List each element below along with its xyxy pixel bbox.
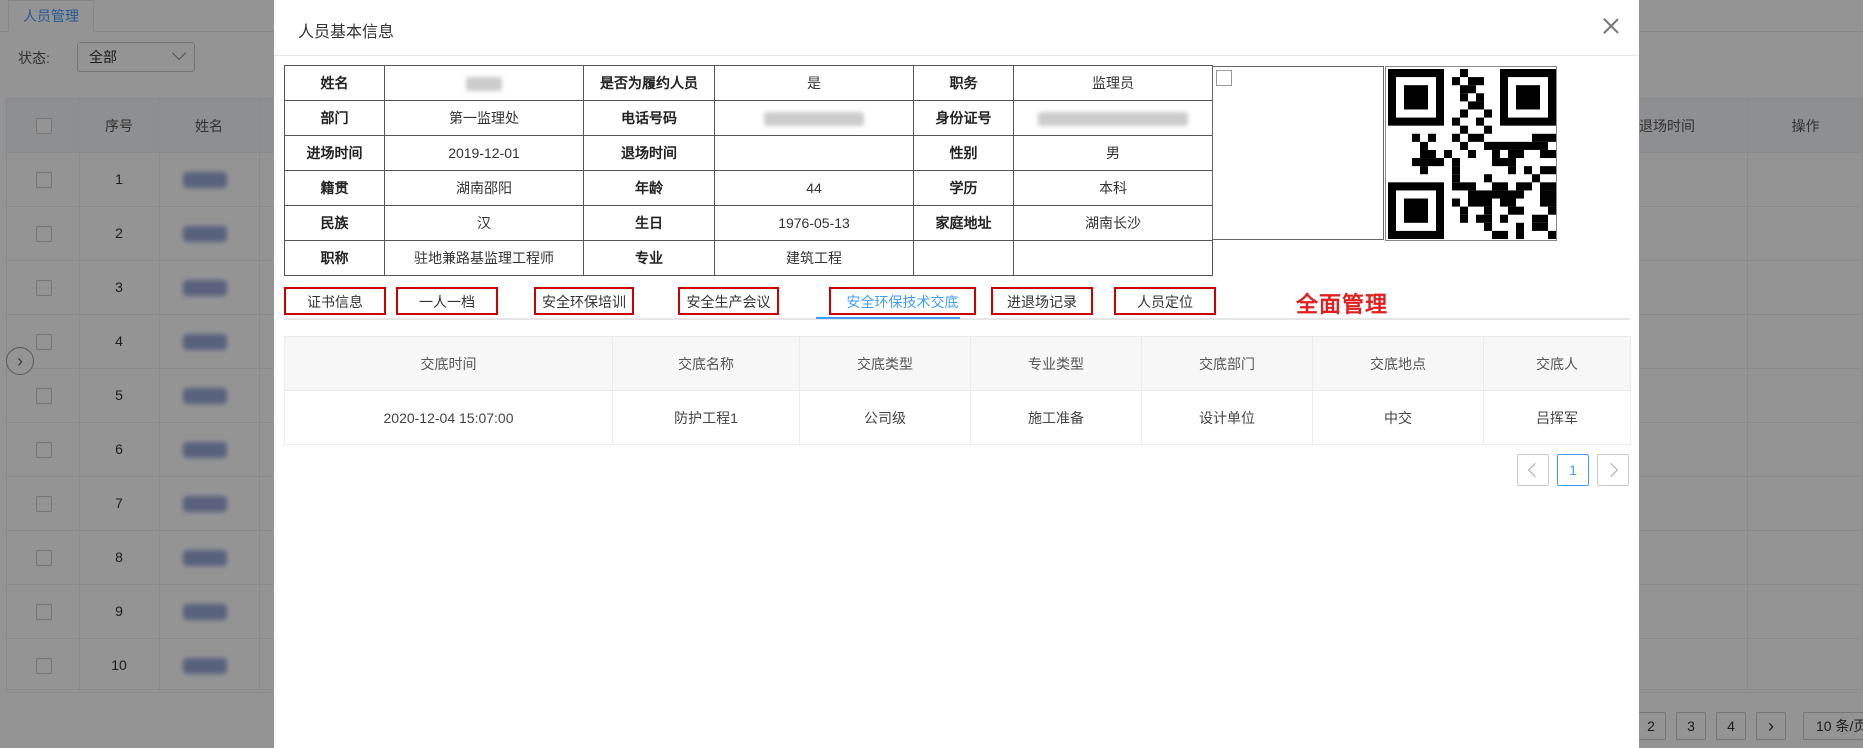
modal-header: 人员基本信息 [274,0,1639,56]
next-page-button[interactable] [1597,454,1629,486]
phone-label: 电话号码 [583,100,715,136]
ethnic-value: 汉 [384,205,584,241]
table-header-row: 交底时间 交底名称 交底类型 专业类型 交底部门 交底地点 交底人 [284,336,1631,391]
address-label: 家庭地址 [913,205,1014,241]
job-title-value: 驻地兼路基监理工程师 [384,240,584,276]
empty-cell [1013,240,1213,276]
age-value: 44 [714,170,914,206]
contract-value: 是 [714,65,914,101]
name-value [384,65,584,101]
header-briefing-name: 交底名称 [612,336,800,391]
age-label: 年龄 [583,170,715,206]
cell-name: 防护工程1 [612,390,800,445]
ethnic-label: 民族 [284,205,385,241]
cell-time: 2020-12-04 15:07:00 [284,390,613,445]
redacted-name [466,77,502,92]
tab-personal-archive[interactable]: 一人一档 [396,287,498,315]
broken-image-icon [1216,70,1232,86]
cell-location: 中交 [1312,390,1484,445]
entry-time-label: 进场时间 [284,135,385,171]
briefing-table: 交底时间 交底名称 交底类型 专业类型 交底部门 交底地点 交底人 2020-1… [284,336,1631,445]
prev-page-button[interactable] [1517,454,1549,486]
address-value: 湖南长沙 [1013,205,1213,241]
gender-label: 性别 [913,135,1014,171]
tab-safety-meeting[interactable]: 安全生产会议 [678,287,779,315]
position-value: 监理员 [1013,65,1213,101]
position-label: 职务 [913,65,1014,101]
origin-value: 湖南邵阳 [384,170,584,206]
dept-label: 部门 [284,100,385,136]
header-briefing-time: 交底时间 [284,336,613,391]
gender-value: 男 [1013,135,1213,171]
idcard-label: 身份证号 [913,100,1014,136]
redacted-idcard [1038,112,1188,127]
personnel-photo [1212,66,1384,240]
header-briefing-location: 交底地点 [1312,336,1484,391]
tab-safety-tech-briefing[interactable]: 安全环保技术交底 [829,287,976,315]
cell-type: 公司级 [799,390,971,445]
annotation-text: 全面管理 [1296,292,1389,317]
major-label: 专业 [583,240,715,276]
cell-person: 吕挥军 [1483,390,1631,445]
contract-label: 是否为履约人员 [583,65,715,101]
qr-code [1385,66,1557,241]
name-label: 姓名 [284,65,385,101]
birthday-value: 1976-05-13 [714,205,914,241]
tab-personnel-location[interactable]: 人员定位 [1114,287,1216,315]
cell-major: 施工准备 [970,390,1142,445]
cell-dept: 设计单位 [1141,390,1313,445]
header-major-type: 专业类型 [970,336,1142,391]
header-briefing-dept: 交底部门 [1141,336,1313,391]
birthday-label: 生日 [583,205,715,241]
phone-value [714,100,914,136]
tab-certificates[interactable]: 证书信息 [284,287,386,315]
header-briefing-person: 交底人 [1483,336,1631,391]
header-briefing-type: 交底类型 [799,336,971,391]
detail-tabs: 证书信息 一人一档 安全环保培训 安全生产会议 安全环保技术交底 进退场记录 人… [284,284,1630,320]
major-value: 建筑工程 [714,240,914,276]
active-tab-indicator [816,317,960,319]
empty-cell [913,240,1014,276]
personnel-info-table: 姓名 是否为履约人员 是 职务 监理员 部门 第一监理处 电话号码 身份证号 进… [284,65,1213,276]
redacted-phone [764,112,864,127]
chevron-right-icon [1603,462,1619,478]
qr-code-icon [1388,69,1556,239]
personnel-info-modal: 人员基本信息 姓名 是否为履约人员 是 职务 监理员 部门 第一监理处 电话号码… [274,0,1639,748]
dept-value: 第一监理处 [384,100,584,136]
exit-time-label: 退场时间 [583,135,715,171]
education-value: 本科 [1013,170,1213,206]
tab-safety-training[interactable]: 安全环保培训 [534,287,634,315]
idcard-value [1013,100,1213,136]
education-label: 学历 [913,170,1014,206]
entry-time-value: 2019-12-01 [384,135,584,171]
modal-title: 人员基本信息 [298,24,395,41]
origin-label: 籍贯 [284,170,385,206]
table-row: 2020-12-04 15:07:00 防护工程1 公司级 施工准备 设计单位 … [284,390,1631,445]
current-page-button[interactable]: 1 [1557,454,1589,486]
exit-time-value [714,135,914,171]
tab-entry-exit-records[interactable]: 进退场记录 [991,287,1093,315]
chevron-left-icon [1527,462,1543,478]
job-title-label: 职称 [284,240,385,276]
close-icon[interactable] [1599,14,1623,38]
